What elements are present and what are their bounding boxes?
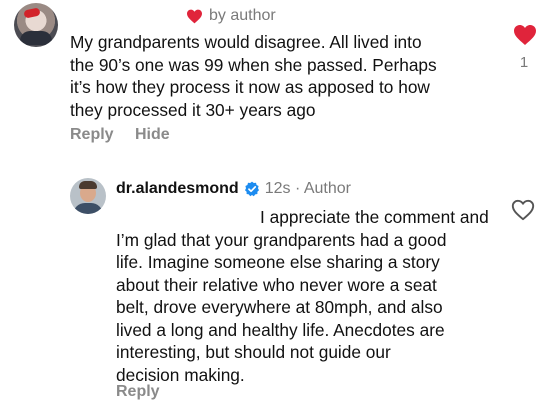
commenter-avatar[interactable] [14, 3, 58, 47]
liked-by-author-badge: by author [186, 6, 276, 26]
hide-button[interactable]: Hide [135, 126, 170, 144]
verified-badge-icon [244, 181, 259, 197]
reply-button[interactable]: Reply [116, 383, 160, 401]
reply-author-avatar[interactable] [70, 178, 106, 214]
reply-button[interactable]: Reply [70, 126, 114, 144]
like-count: 1 [519, 54, 529, 71]
comment-text: My grandparents would disagree. All live… [70, 32, 437, 120]
by-author-label: by author [209, 7, 276, 24]
reply-timestamp-meta: 12s · Author [264, 180, 351, 197]
heart-outline-icon[interactable] [511, 199, 535, 221]
reply-header: dr.alandesmond 12s · Author [116, 178, 351, 200]
reply-username[interactable]: dr.alandesmond [116, 180, 239, 198]
heart-filled-icon[interactable] [513, 24, 537, 46]
reply-text: I appreciate the comment and I’m glad th… [116, 207, 489, 385]
heart-icon [187, 9, 202, 23]
